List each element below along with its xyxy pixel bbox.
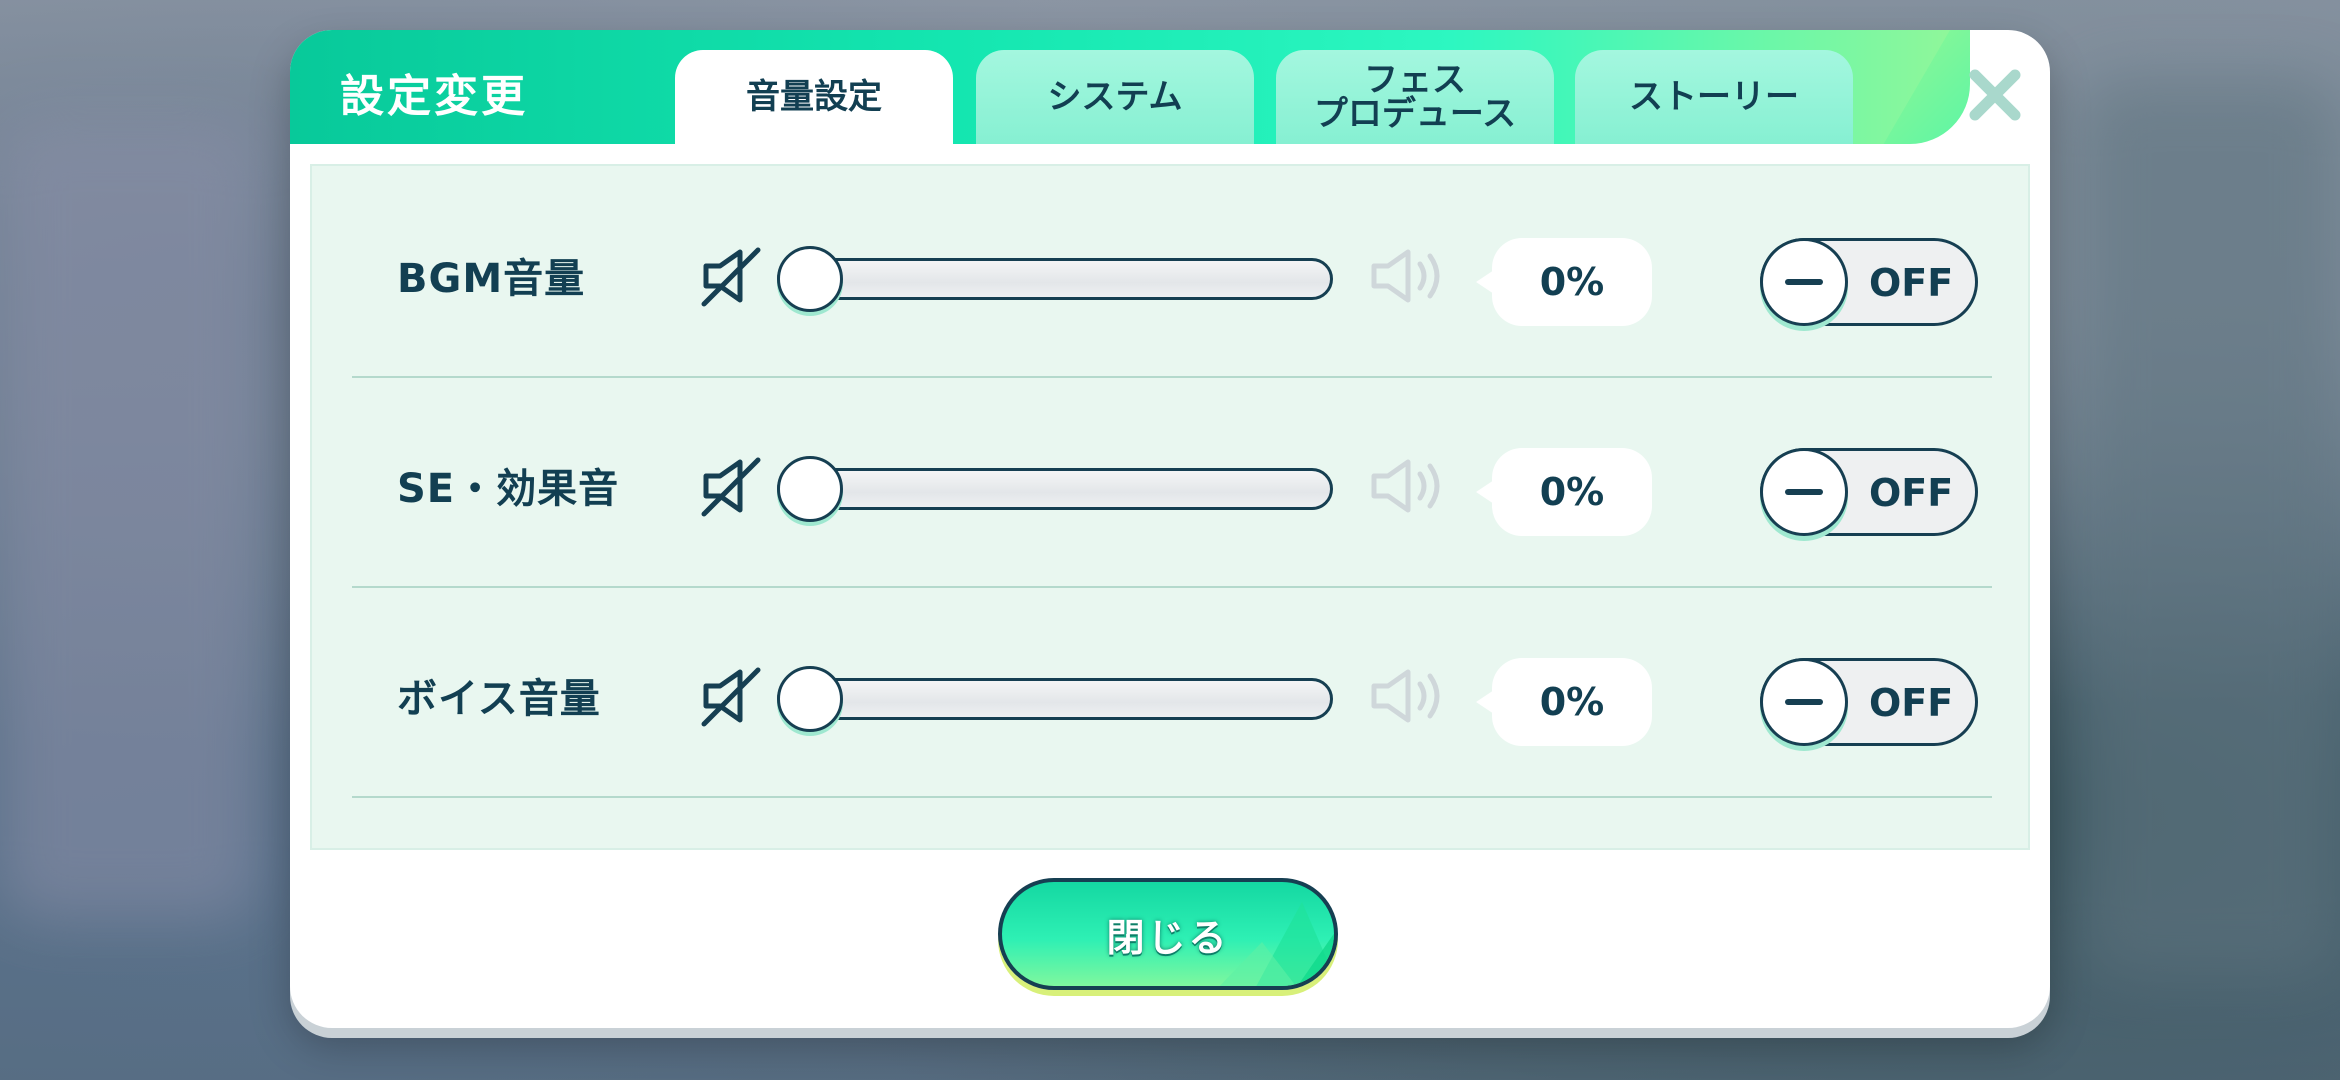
volume-slider[interactable] [777,678,1333,720]
minus-icon [1785,489,1823,495]
close-button[interactable] [1960,60,2030,130]
row-label: ボイス音量 [397,676,601,722]
percent-value: 0% [1539,260,1605,304]
close-main-button[interactable]: 閉じる [998,878,1338,990]
mute-toggle[interactable]: OFF [1760,658,1978,746]
speaker-volume-icon [1371,669,1440,723]
close-main-label: 閉じる [1106,915,1230,960]
speaker-volume-icon [1371,459,1440,513]
speaker-muted-icon [701,457,761,517]
backdrop-blur [0,120,260,920]
volume-slider[interactable] [777,258,1333,300]
speaker-volume-icon [1371,249,1440,303]
percent-bubble: 0% [1492,658,1652,746]
toggle-knob [1760,658,1848,746]
toggle-state-label: OFF [1869,261,1954,305]
mute-toggle[interactable]: OFF [1760,448,1978,536]
percent-bubble: 0% [1492,448,1652,536]
slider-knob[interactable] [777,456,843,522]
close-x-icon [1969,69,2021,121]
volume-slider[interactable] [777,468,1333,510]
minus-icon [1785,279,1823,285]
tab-story[interactable]: ストーリー [1575,50,1853,144]
tab-label: 音量設定 [746,77,882,117]
backdrop-blur-right [2080,80,2340,980]
volume-panel: BGM音量 0% OFF SE・効果音 0% OFF ボイス音量 0% OFF [310,164,2030,850]
tab-label: システム [1047,77,1183,117]
toggle-state-label: OFF [1869,471,1954,515]
toggle-knob [1760,448,1848,536]
speaker-muted-icon [701,247,761,307]
volume-row: BGM音量 0% OFF [352,166,1992,378]
percent-value: 0% [1539,470,1605,514]
row-label: SE・効果音 [397,466,620,512]
settings-dialog: 設定変更 音量設定 システム フェス プロデュース ストーリー BGM音量 0%… [290,30,2050,1028]
slider-knob[interactable] [777,666,843,732]
minus-icon [1785,699,1823,705]
tab-volume-settings[interactable]: 音量設定 [675,50,953,144]
volume-row: SE・効果音 0% OFF [352,376,1992,588]
percent-value: 0% [1539,680,1605,724]
toggle-knob [1760,238,1848,326]
tab-label: ストーリー [1629,77,1799,117]
mute-toggle[interactable]: OFF [1760,238,1978,326]
volume-row: ボイス音量 0% OFF [352,586,1992,798]
row-label: BGM音量 [397,256,586,302]
tab-system[interactable]: システム [976,50,1254,144]
tab-fes-produce[interactable]: フェス プロデュース [1276,50,1554,144]
dialog-title: 設定変更 [340,71,528,122]
percent-bubble: 0% [1492,238,1652,326]
tab-label-line2: プロデュース [1313,94,1517,134]
speaker-muted-icon [701,667,761,727]
tab-label-line1: フェス [1364,60,1466,100]
toggle-state-label: OFF [1869,681,1954,725]
slider-knob[interactable] [777,246,843,312]
